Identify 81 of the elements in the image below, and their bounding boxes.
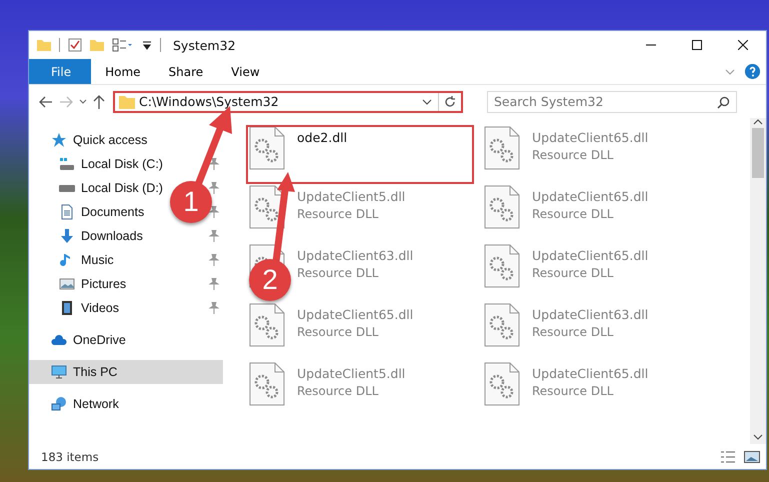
nav-item[interactable]: Network (29, 392, 123, 416)
nav-item[interactable]: This PC (29, 360, 223, 384)
item-count: 183 items (41, 450, 99, 464)
scrollbar[interactable] (750, 118, 766, 444)
dll-file-icon (484, 362, 520, 406)
file-type: Resource DLL (297, 384, 380, 398)
nav-item[interactable]: Quick access (29, 128, 152, 152)
dll-file-icon (249, 303, 285, 347)
large-icons-view-icon[interactable] (744, 450, 760, 464)
details-view-icon[interactable] (720, 450, 736, 464)
download-icon (59, 228, 75, 244)
dll-file-icon (484, 303, 520, 347)
file-name[interactable]: UpdateClient65.dll (532, 366, 648, 381)
nav-item[interactable]: Videos (29, 296, 123, 320)
nav-item[interactable]: OneDrive (29, 328, 130, 352)
nav-item[interactable]: Downloads (29, 224, 147, 248)
file-name[interactable]: UpdateClient65.dll (532, 130, 648, 145)
nav-item[interactable]: Pictures (29, 272, 130, 296)
scroll-down-icon[interactable] (753, 433, 763, 441)
window-title: System32 (173, 38, 236, 52)
file-name[interactable]: UpdateClient65.dll (532, 248, 648, 263)
scroll-up-icon[interactable] (753, 118, 763, 126)
star-icon (51, 132, 67, 148)
checklist-icon[interactable] (68, 38, 82, 52)
file-type: Resource DLL (532, 325, 614, 339)
dll-file-icon (484, 185, 520, 229)
chevron-down-icon[interactable] (422, 98, 432, 106)
recent-caret-icon[interactable] (79, 98, 87, 104)
file-name[interactable]: ode2.dll (297, 130, 348, 145)
file-name[interactable]: UpdateClient65.dll (297, 307, 414, 322)
file-type: Resource DLL (297, 266, 380, 280)
ribbon-tab[interactable]: Share (154, 59, 218, 84)
search-field[interactable]: Search System32 (487, 90, 737, 112)
file-type: Resource DLL (532, 207, 614, 221)
nav-item[interactable]: Documents (29, 200, 148, 224)
pin-icon[interactable] (209, 302, 219, 314)
pin-icon[interactable] (209, 278, 219, 290)
cloud-icon (51, 332, 67, 348)
folder-icon (37, 38, 51, 52)
properties-icon[interactable] (112, 38, 134, 52)
file-name[interactable]: UpdateClient5.dll (297, 189, 406, 204)
document-icon (59, 204, 75, 220)
file-name[interactable]: UpdateClient63.dll (297, 248, 414, 263)
dll-file-icon (249, 362, 285, 406)
folder-icon (119, 94, 135, 108)
network-icon (51, 396, 67, 412)
nav-item[interactable]: Music (29, 248, 118, 272)
monitor-icon (51, 364, 67, 380)
nav-item[interactable]: Local Disk (C:) (29, 152, 167, 176)
file-name[interactable]: UpdateClient5.dll (297, 366, 406, 381)
ribbon-tab[interactable]: View (217, 59, 274, 84)
search-icon (717, 96, 730, 108)
scroll-thumb[interactable] (752, 128, 764, 178)
customize-caret-icon[interactable] (142, 40, 152, 50)
maximize-icon (692, 40, 702, 50)
pin-icon[interactable] (209, 182, 219, 194)
picture-icon (59, 276, 75, 292)
pin-icon[interactable] (209, 158, 219, 170)
dll-file-icon (249, 126, 285, 170)
nav-item[interactable]: Local Disk (D:) (29, 176, 167, 200)
address-bar[interactable]: C:\Windows\System32 (113, 90, 463, 112)
pin-icon[interactable] (209, 254, 219, 266)
file-name[interactable]: UpdateClient63.dll (532, 307, 648, 322)
file-type: Resource DLL (532, 384, 614, 398)
up-arrow-icon[interactable] (93, 94, 105, 108)
refresh-icon (444, 96, 456, 108)
file-type: Resource DLL (532, 266, 614, 280)
pin-icon[interactable] (209, 230, 219, 242)
back-arrow-icon[interactable] (39, 96, 53, 108)
help-icon[interactable] (745, 64, 760, 79)
dll-file-icon (484, 244, 520, 288)
file-type: Resource DLL (297, 325, 380, 339)
dll-file-icon (484, 126, 520, 170)
ribbon-tab[interactable]: Home (91, 59, 155, 84)
pin-icon[interactable] (209, 206, 219, 218)
video-icon (59, 300, 75, 316)
address-path: C:\Windows\System32 (138, 94, 280, 109)
file-type: Resource DLL (532, 148, 614, 162)
close-icon (738, 40, 748, 50)
file-name[interactable]: UpdateClient65.dll (532, 189, 648, 204)
file-type: Resource DLL (297, 207, 380, 221)
